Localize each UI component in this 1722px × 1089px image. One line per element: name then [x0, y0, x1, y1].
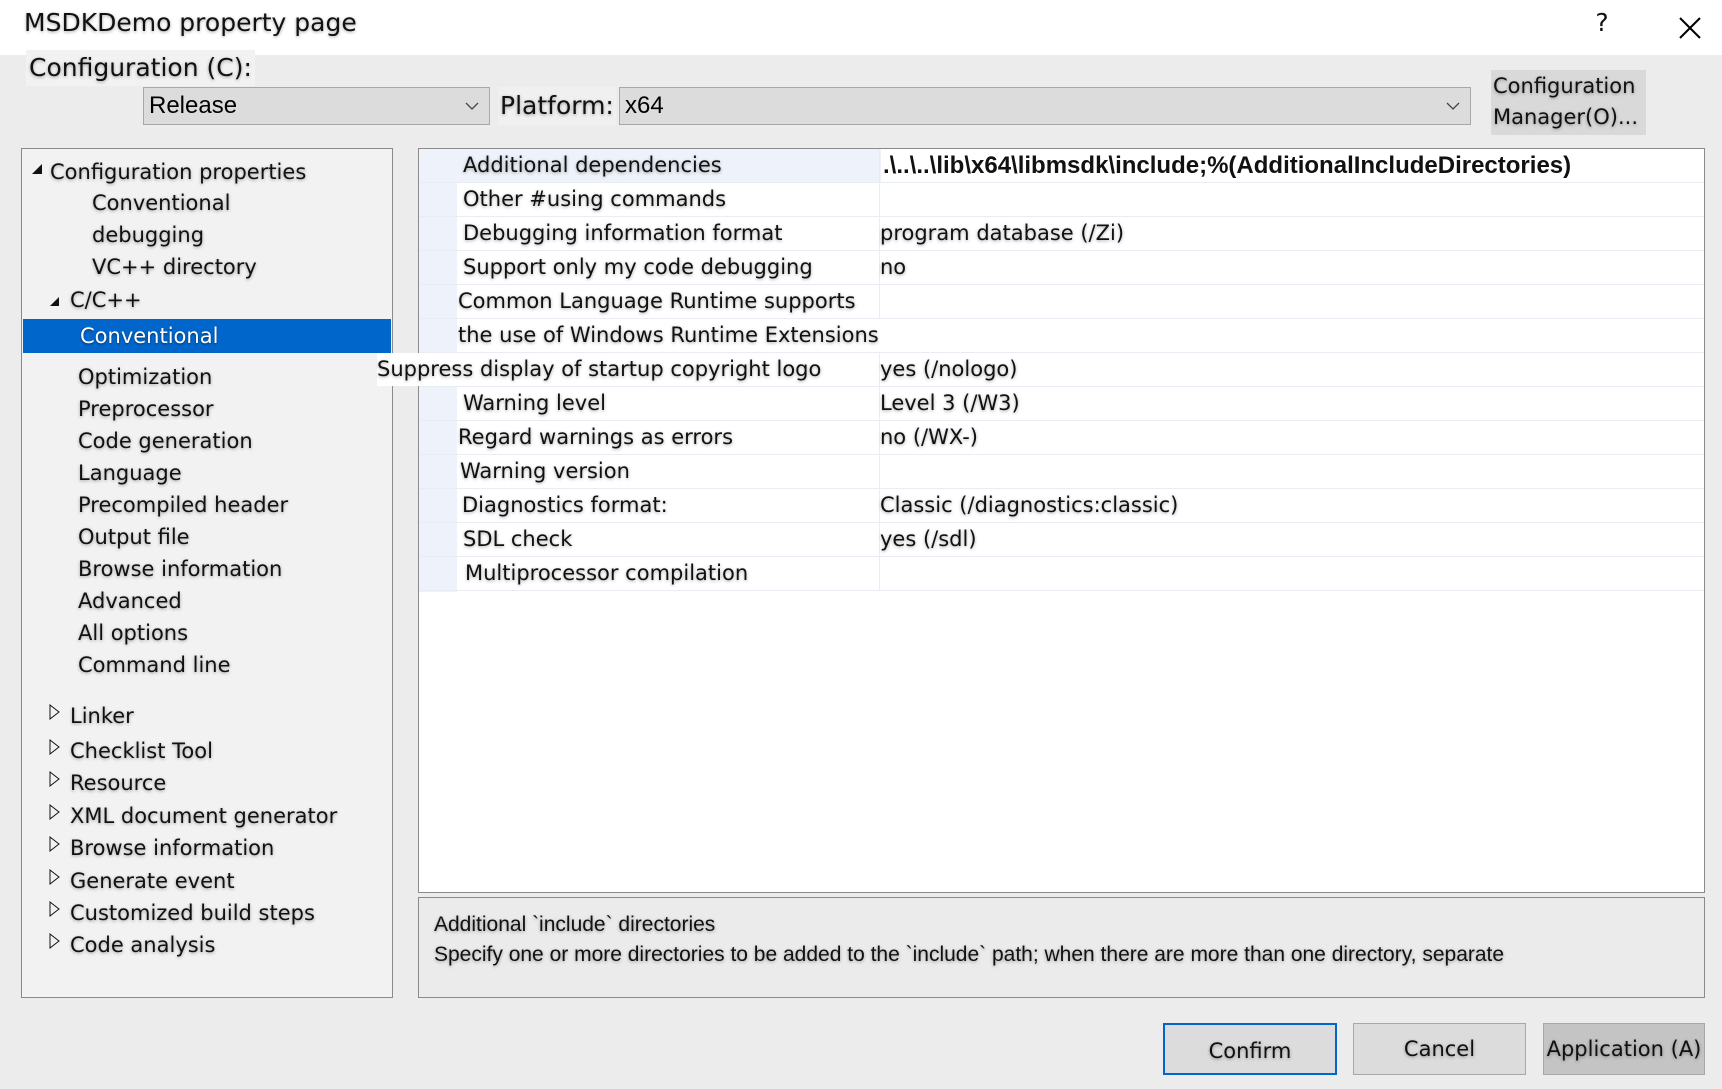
property-name: Regard warnings as errors [458, 421, 738, 454]
platform-dropdown[interactable]: x64 [619, 87, 1471, 125]
tree-item-label: Configuration properties [50, 160, 307, 184]
property-row[interactable]: Warning version [419, 455, 1704, 489]
tree-item-label: Conventional [92, 191, 231, 215]
description-pane: Additional `include` directories Specify… [418, 897, 1705, 998]
property-value[interactable]: no (/WX-) [880, 421, 978, 454]
tree-item-label: XML document generator [70, 804, 338, 828]
tree-item-label: Resource [70, 771, 167, 795]
column-separator [879, 183, 880, 216]
property-value[interactable]: yes (/nologo) [880, 353, 1017, 386]
close-button[interactable] [1670, 8, 1710, 48]
property-row[interactable]: SDL check yes (/sdl) [419, 523, 1704, 557]
property-row[interactable]: Common Language Runtime supports [419, 285, 1704, 319]
property-row[interactable]: Suppress display of startup copyright lo… [377, 353, 1704, 387]
tree-item-label: VC++ directory [92, 255, 257, 279]
collapsed-triangle-icon[interactable] [48, 704, 62, 720]
column-separator [879, 285, 880, 318]
property-value[interactable]: .\..\..\lib\x64\libmsdk\include;%(Additi… [881, 149, 1704, 182]
collapsed-triangle-icon[interactable] [48, 804, 62, 820]
property-row[interactable]: Other #using commands [419, 183, 1704, 217]
description-body: Specify one or more directories to be ad… [434, 943, 1505, 966]
configuration-manager-label-line1: Configuration [1493, 74, 1636, 98]
configuration-value: Release [149, 92, 238, 119]
property-value[interactable]: Level 3 (/W3) [880, 387, 1020, 420]
collapsed-triangle-icon[interactable] [48, 771, 62, 787]
window-title: MSDKDemo property page [24, 8, 357, 37]
close-icon [1679, 17, 1701, 39]
collapsed-triangle-icon[interactable] [48, 869, 62, 885]
property-name: Debugging information format [463, 217, 787, 250]
configuration-manager-label-line2: Manager(O)... [1493, 105, 1638, 129]
property-name: Support only my code debugging [463, 251, 817, 284]
property-row[interactable]: Warning level Level 3 (/W3) [419, 387, 1704, 421]
property-value[interactable]: yes (/sdl) [880, 523, 977, 556]
column-separator [879, 557, 880, 590]
cancel-button[interactable]: Cancel [1353, 1023, 1526, 1075]
tree-item-label: C/C++ [70, 288, 142, 312]
tree-item-label: All options [78, 621, 189, 645]
tree-item-label: Precompiled header [78, 493, 289, 517]
collapsed-triangle-icon[interactable] [48, 836, 62, 852]
apply-button[interactable]: Application (A) [1543, 1023, 1705, 1075]
property-value[interactable]: Classic (/diagnostics:classic) [880, 489, 1178, 522]
property-name: Suppress display of startup copyright lo… [377, 353, 826, 386]
tree-item-label: Browse information [78, 557, 283, 581]
configuration-label: Configuration (C): [26, 50, 255, 86]
tree-item-label: Preprocessor [78, 397, 214, 421]
property-name: Additional dependencies [463, 149, 726, 182]
collapsed-triangle-icon[interactable] [48, 933, 62, 949]
collapsed-triangle-icon[interactable] [48, 739, 62, 755]
property-row[interactable]: Debugging information format program data… [419, 217, 1704, 251]
tree-item-label: Browse information [70, 836, 275, 860]
property-name: SDL check [463, 523, 577, 556]
configuration-manager-button[interactable]: Configuration Manager(O)... [1491, 70, 1646, 135]
property-name: Multiprocessor compilation [465, 557, 753, 590]
property-name: Other #using commands [463, 183, 731, 216]
property-row[interactable]: Additional dependencies .\..\..\lib\x64\l… [419, 149, 1704, 183]
description-title: Additional `include` directories [434, 913, 716, 936]
tree-item-label: Code generation [78, 429, 253, 453]
property-name: Warning level [463, 387, 610, 420]
tree-item-label: Code analysis [70, 933, 216, 957]
column-separator [879, 455, 880, 488]
property-row[interactable]: Support only my code debugging no [419, 251, 1704, 285]
property-row[interactable]: Diagnostics format: Classic (/diagnostics… [419, 489, 1704, 523]
tree-item-label: Checklist Tool [70, 739, 213, 763]
tree-item-label: Customized build steps [70, 901, 315, 925]
property-name: Warning version [460, 455, 634, 488]
property-grid[interactable]: Additional dependencies .\..\..\lib\x64\l… [377, 148, 1705, 893]
confirm-button[interactable]: Confirm [1163, 1023, 1337, 1075]
tree-item-label: Generate event [70, 869, 235, 893]
tree-item-label: debugging [92, 223, 205, 247]
category-tree[interactable]: Configuration properties Conventional deb… [21, 148, 393, 998]
tree-item-label: Advanced [78, 589, 182, 613]
configuration-dropdown[interactable]: Release [143, 87, 490, 125]
help-button[interactable]: ? [1587, 8, 1617, 44]
property-row[interactable]: Multiprocessor compilation [419, 557, 1704, 591]
property-value[interactable]: no [880, 251, 906, 284]
tree-item-label: Optimization [78, 365, 213, 389]
chevron-down-icon [465, 102, 479, 110]
platform-value: x64 [625, 92, 664, 119]
property-row[interactable]: Regard warnings as errors no (/WX-) [419, 421, 1704, 455]
property-name: the use of Windows Runtime Extensions [458, 319, 883, 352]
property-row[interactable]: the use of Windows Runtime Extensions [419, 319, 1704, 353]
platform-label: Platform: [498, 87, 616, 125]
tree-item-label: Output file [78, 525, 190, 549]
expanded-triangle-icon [32, 164, 42, 174]
tree-item-label: Linker [70, 704, 134, 728]
tree-item[interactable]: Conventional [23, 319, 391, 353]
property-name: Diagnostics format: [462, 489, 672, 522]
column-separator [879, 149, 880, 182]
tree-item-configuration-properties[interactable]: Configuration properties [30, 157, 306, 187]
tree-item-label: Command line [78, 653, 231, 677]
property-name: Common Language Runtime supports [458, 285, 860, 318]
expanded-triangle-icon[interactable] [48, 294, 62, 310]
tree-item-label: Language [78, 461, 182, 485]
chevron-down-icon [1446, 102, 1460, 110]
property-value[interactable]: program database (/Zi) [880, 217, 1124, 250]
collapsed-triangle-icon[interactable] [48, 901, 62, 917]
tree-item-label: Conventional [80, 324, 219, 348]
